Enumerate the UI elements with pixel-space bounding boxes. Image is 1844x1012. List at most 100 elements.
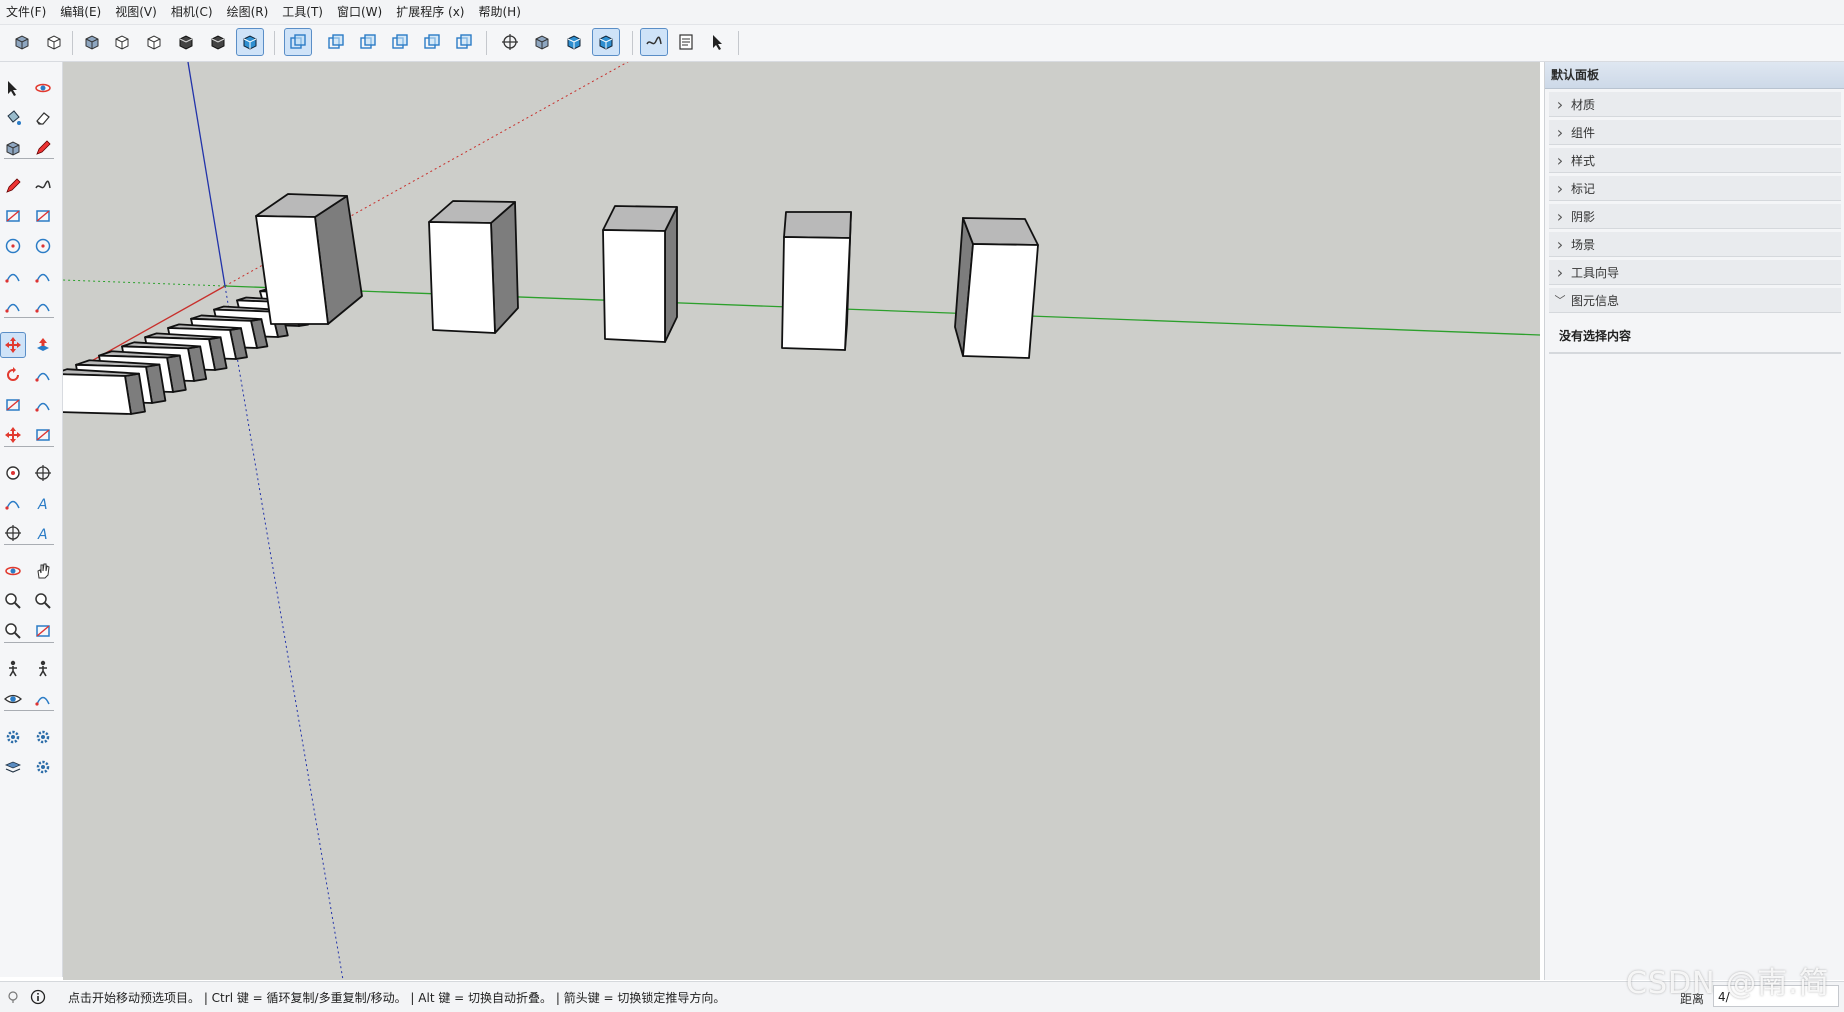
- outer-shell-button[interactable]: [496, 28, 524, 56]
- shaded-with-textures-button[interactable]: [386, 28, 414, 56]
- offset-tool-button[interactable]: [30, 392, 56, 418]
- zoom-tool-button[interactable]: [0, 588, 26, 614]
- union-button[interactable]: [560, 28, 588, 56]
- orbit-tool-button[interactable]: [0, 558, 26, 584]
- xray-button[interactable]: [204, 28, 232, 56]
- menu-item[interactable]: 扩展程序 (x): [389, 0, 471, 24]
- tray-section[interactable]: › 材质: [1549, 92, 1841, 117]
- svg-text:A: A: [37, 497, 48, 513]
- scale-tool-button[interactable]: [0, 392, 26, 418]
- pan-icon: [33, 561, 53, 581]
- text-label-tool-button[interactable]: A: [30, 490, 56, 516]
- top-view-button[interactable]: [40, 28, 68, 56]
- zoom-window-tool-button[interactable]: [30, 588, 56, 614]
- tray-section[interactable]: › 工具向导: [1549, 260, 1841, 285]
- sandbox-settings-tool-button[interactable]: [30, 754, 56, 780]
- menu-item[interactable]: 工具(T): [275, 0, 330, 24]
- rotated-rectangle-tool-button[interactable]: [30, 203, 56, 229]
- move-tool-button[interactable]: [0, 332, 26, 358]
- follow-me-tool-button[interactable]: [30, 362, 56, 388]
- iso-view-button[interactable]: [8, 28, 36, 56]
- follow-me-icon: [33, 365, 53, 385]
- scene-canvas[interactable]: [63, 62, 1540, 980]
- tool-separator: [4, 158, 54, 159]
- pencil-line-tool-button[interactable]: [0, 173, 26, 199]
- lasso-select-tool-button[interactable]: [30, 75, 56, 101]
- 2pt-arc-tool-button[interactable]: [30, 263, 56, 289]
- dimension-tool-button[interactable]: [30, 460, 56, 486]
- circle-tool-button[interactable]: [0, 233, 26, 259]
- menu-item[interactable]: 相机(C): [164, 0, 220, 24]
- axes-tool-button[interactable]: [0, 422, 26, 448]
- tape-measure-tool-button[interactable]: [0, 460, 26, 486]
- intersect-button[interactable]: [528, 28, 556, 56]
- position-camera-tool-button[interactable]: [0, 656, 26, 682]
- monochrome-button[interactable]: [418, 28, 446, 56]
- 3pt-arc-icon: [3, 296, 23, 316]
- right-view-button[interactable]: [108, 28, 136, 56]
- tray-section[interactable]: › 样式: [1549, 148, 1841, 173]
- rectangle-tool-button[interactable]: [0, 203, 26, 229]
- protractor-tool-button[interactable]: [0, 490, 26, 516]
- back-view-button[interactable]: [140, 28, 168, 56]
- freehand-tool-button[interactable]: [30, 173, 56, 199]
- info-icon[interactable]: [30, 989, 46, 1005]
- section-plane-button[interactable]: [450, 28, 478, 56]
- menu-item[interactable]: 文件(F): [0, 0, 53, 24]
- paint-bucket-tool-button[interactable]: [0, 105, 26, 131]
- 3d-text-tool-button[interactable]: A: [30, 520, 56, 546]
- wireframe-button[interactable]: [284, 28, 312, 56]
- position-camera-button[interactable]: [704, 28, 732, 56]
- polygon-tool-button[interactable]: [30, 233, 56, 259]
- pan-tool-button[interactable]: [30, 558, 56, 584]
- menu-item[interactable]: 窗口(W): [330, 0, 389, 24]
- pie-tool-button[interactable]: [30, 293, 56, 319]
- arc-tool-button[interactable]: [0, 263, 26, 289]
- left-view-button[interactable]: [172, 28, 200, 56]
- left-tool-palette: AA: [0, 62, 63, 977]
- section-plane-tool-button[interactable]: [30, 422, 56, 448]
- push-pull-tool-button[interactable]: [30, 332, 56, 358]
- front-view-button[interactable]: [78, 28, 106, 56]
- trim-button[interactable]: [640, 28, 668, 56]
- model-viewport[interactable]: [63, 62, 1540, 980]
- menu-item[interactable]: 视图(V): [108, 0, 164, 24]
- geo-location-icon[interactable]: [6, 990, 20, 1004]
- axes-tool-tool-button[interactable]: [0, 520, 26, 546]
- rotate-tool-button[interactable]: [0, 362, 26, 388]
- tray-title[interactable]: 默认面板: [1545, 62, 1844, 89]
- menu-item[interactable]: 编辑(E): [53, 0, 108, 24]
- union-icon: [564, 32, 584, 52]
- previous-view-icon: [33, 621, 53, 641]
- layers-icon: [3, 757, 23, 777]
- scale-icon: [3, 395, 23, 415]
- 3pt-arc-tool-button[interactable]: [0, 293, 26, 319]
- eraser-tool-button[interactable]: [30, 105, 56, 131]
- shaded-button[interactable]: [354, 28, 382, 56]
- tray-section[interactable]: › 场景: [1549, 232, 1841, 257]
- select-arrow-tool-button[interactable]: [0, 75, 26, 101]
- tray-section[interactable]: › 组件: [1549, 120, 1841, 145]
- zoom-extents-tool-button[interactable]: [0, 618, 26, 644]
- previous-view-tool-button[interactable]: [30, 618, 56, 644]
- layers-tool-button[interactable]: [0, 754, 26, 780]
- tray-section[interactable]: › 标记: [1549, 176, 1841, 201]
- tray-section[interactable]: › 阴影: [1549, 204, 1841, 229]
- menu-item[interactable]: 绘图(R): [220, 0, 276, 24]
- subtract-button[interactable]: [592, 28, 620, 56]
- split-button[interactable]: [672, 28, 700, 56]
- watermark: CSDN @南.简: [1626, 966, 1830, 1001]
- tray-section-label: 工具向导: [1571, 265, 1620, 280]
- tape-measure-icon: [3, 463, 23, 483]
- back-edges-button[interactable]: [236, 28, 264, 56]
- look-around-tool-button[interactable]: [0, 686, 26, 712]
- section-fill-tool-button[interactable]: [30, 686, 56, 712]
- tray-section-entity-info[interactable]: ﹀ 图元信息: [1549, 288, 1841, 313]
- chevron-right-icon: ›: [1556, 150, 1564, 170]
- hidden-line-button[interactable]: [322, 28, 350, 56]
- sandbox-tool-button[interactable]: [30, 724, 56, 750]
- menu-item[interactable]: 帮助(H): [471, 0, 527, 24]
- walk-tool-button[interactable]: [30, 656, 56, 682]
- solid-tools-tool-button[interactable]: [0, 724, 26, 750]
- menu-bar: 文件(F) 编辑(E) 视图(V) 相机(C) 绘图(R) 工具(T) 窗口(W) 扩展程序 …: [0, 0, 1844, 25]
